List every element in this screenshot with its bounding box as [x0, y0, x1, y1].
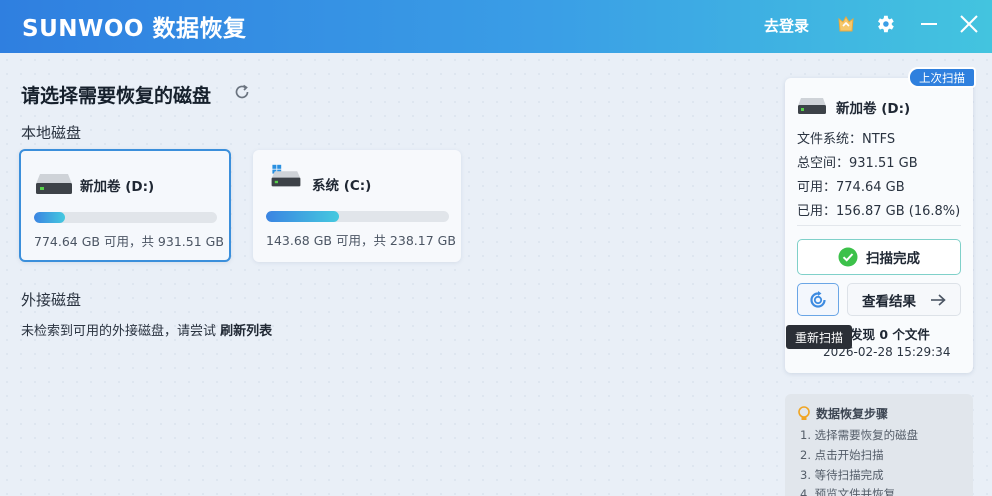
disk-capacity-text: 774.64 GB 可用，共 931.51 GB	[34, 234, 224, 249]
lightbulb-icon	[798, 405, 810, 420]
available-space-text: 可用：774.64 GB	[797, 180, 905, 195]
settings-gear-icon[interactable]	[874, 13, 896, 35]
disk-card-c[interactable]: 系统 (C:) 143.68 GB 可用，共 238.17 GB	[253, 150, 461, 262]
rescan-icon	[810, 290, 826, 308]
external-disk-label: 外接磁盘	[21, 291, 82, 309]
local-disk-label: 本地磁盘	[21, 124, 82, 142]
found-files-text: 发现 0 个文件	[850, 327, 930, 342]
step-item: 1. 选择需要恢复的磁盘	[800, 428, 919, 442]
steps-title: 数据恢复步骤	[816, 407, 889, 421]
refresh-list-link[interactable]: 刷新列表	[220, 324, 272, 339]
rescan-tooltip: 重新扫描	[786, 325, 852, 349]
login-link[interactable]: 去登录	[764, 15, 809, 36]
last-scan-badge: 上次扫描	[908, 67, 976, 88]
title-bar: SUNWOO 数据恢复 去登录	[0, 0, 992, 53]
step-item: 3. 等待扫描完成	[800, 468, 884, 482]
filesystem-text: 文件系统：NTFS	[797, 132, 896, 147]
total-space-text: 总空间：931.51 GB	[797, 156, 918, 171]
scan-complete-label: 扫描完成	[866, 251, 920, 267]
scan-complete-button[interactable]: 扫描完成	[797, 239, 961, 275]
check-circle-icon	[838, 247, 858, 267]
view-results-label: 查看结果	[862, 293, 916, 310]
external-hint-text: 未检索到可用的外接磁盘，请尝试	[21, 324, 221, 339]
app-brand: SUNWOO 数据恢复	[22, 16, 247, 42]
refresh-icon[interactable]	[233, 83, 251, 101]
hard-drive-icon	[36, 174, 72, 194]
used-space-text: 已用：156.87 GB (16.8%)	[797, 204, 961, 219]
step-item: 4. 预览文件并恢复	[800, 487, 896, 496]
rescan-button[interactable]	[797, 283, 839, 316]
external-disk-hint: 未检索到可用的外接磁盘，请尝试 刷新列表	[21, 320, 272, 339]
disk-name: 新加卷 (D:)	[80, 179, 155, 195]
disk-card-d[interactable]: 新加卷 (D:) 774.64 GB 可用，共 931.51 GB	[19, 149, 231, 262]
arrow-right-icon	[931, 293, 946, 306]
view-results-button[interactable]: 查看结果	[847, 283, 961, 316]
system-drive-icon	[271, 164, 301, 187]
disk-name: 系统 (C:)	[312, 178, 372, 194]
hard-drive-icon	[798, 98, 826, 114]
disk-capacity-text: 143.68 GB 可用，共 238.17 GB	[266, 233, 456, 248]
close-icon[interactable]	[958, 13, 980, 35]
panel-divider	[797, 225, 961, 226]
page-title: 请选择需要恢复的磁盘	[21, 85, 212, 107]
panel-disk-name: 新加卷 (D:)	[836, 101, 911, 117]
step-item: 2. 点击开始扫描	[800, 448, 884, 462]
disk-usage-bar	[266, 211, 449, 222]
steps-header: 数据恢复步骤	[797, 405, 888, 422]
minimize-icon[interactable]	[920, 13, 938, 35]
disk-usage-fill	[34, 212, 65, 223]
vip-crown-icon[interactable]	[835, 13, 857, 35]
recovery-steps-panel: 数据恢复步骤 1. 选择需要恢复的磁盘 2. 点击开始扫描 3. 等待扫描完成 …	[785, 394, 973, 496]
disk-usage-fill	[266, 211, 339, 222]
disk-usage-bar	[34, 212, 217, 223]
